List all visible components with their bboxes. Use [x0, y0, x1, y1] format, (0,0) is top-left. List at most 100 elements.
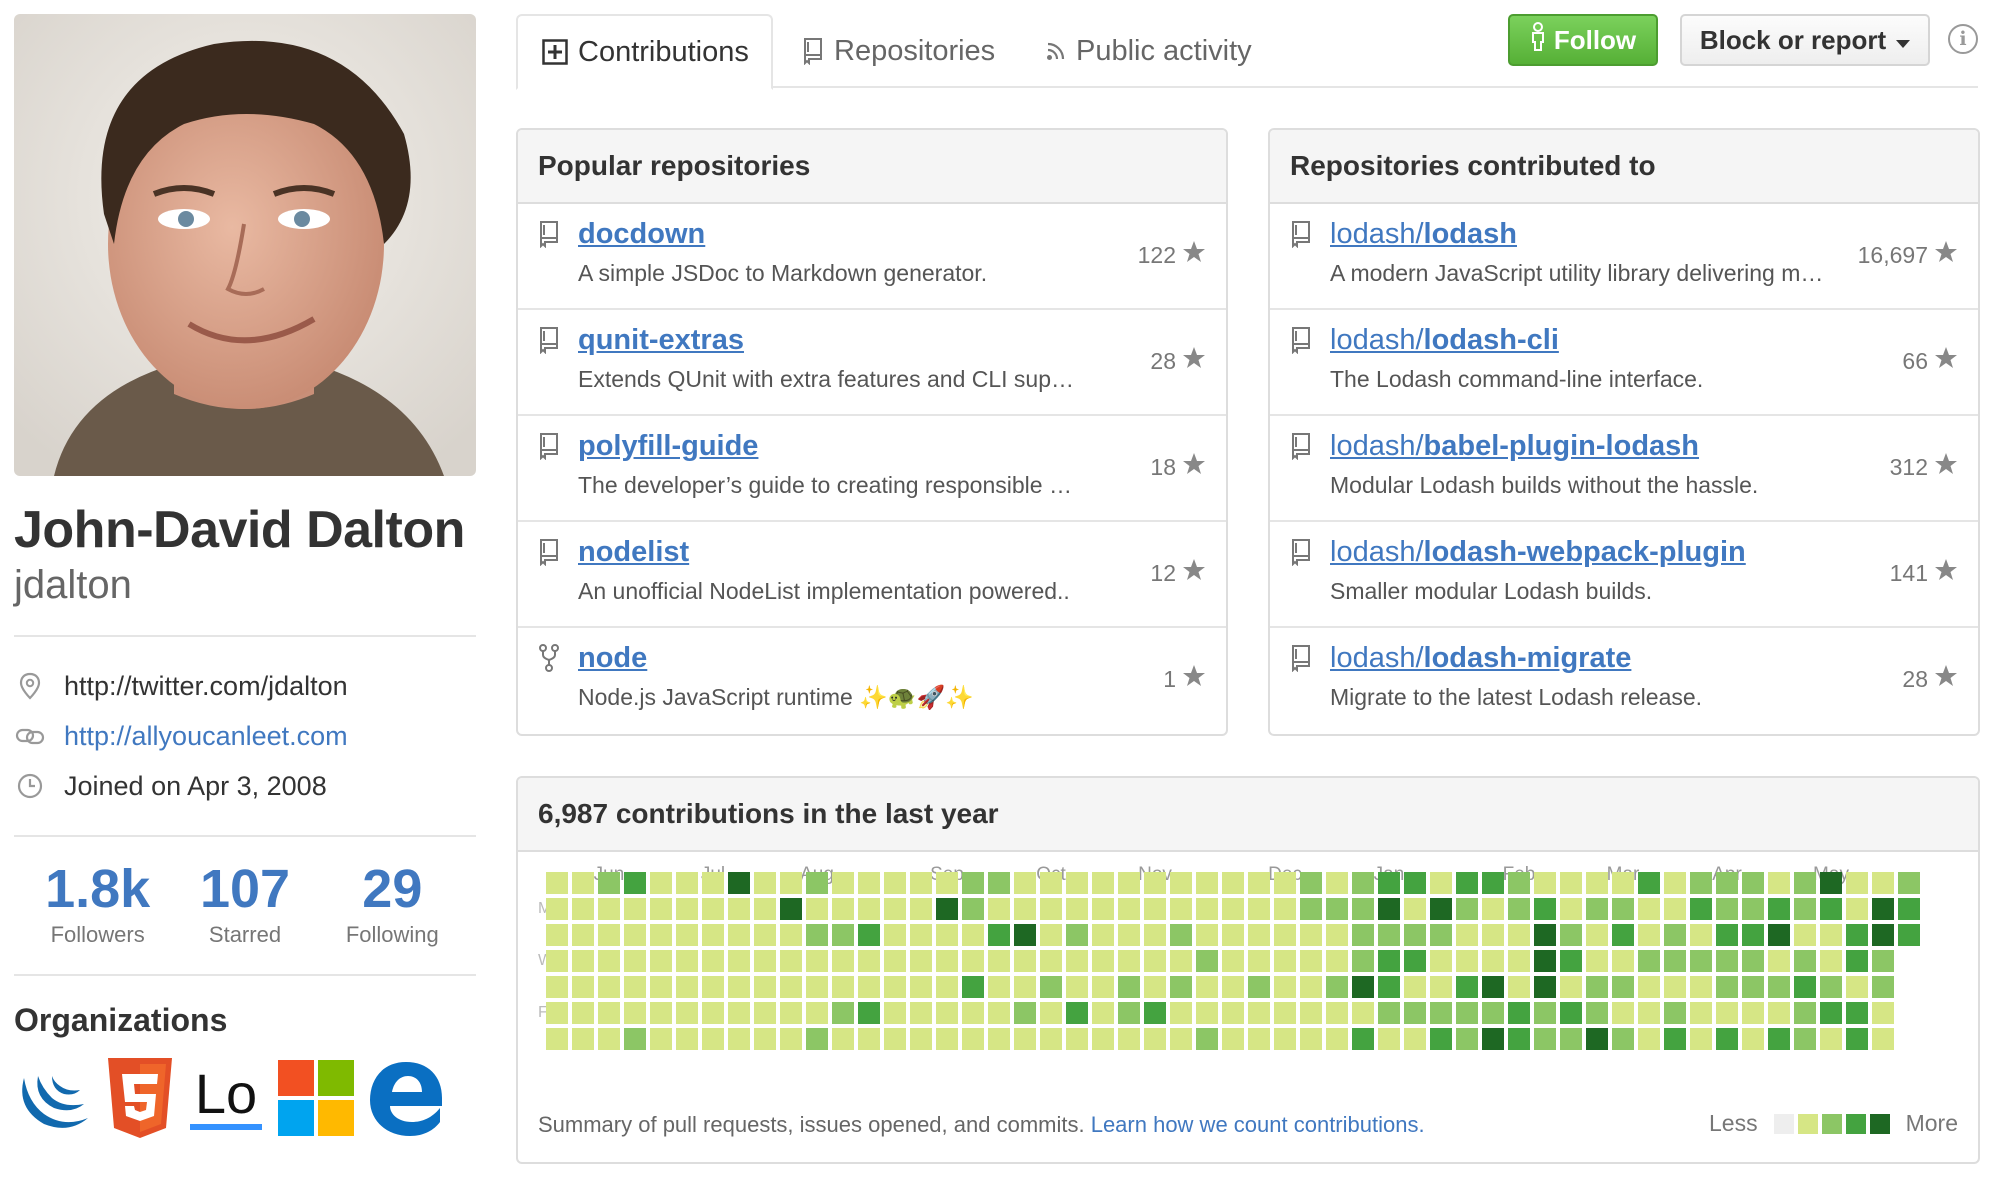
contribution-day[interactable] [754, 950, 776, 972]
contribution-day[interactable] [1742, 872, 1764, 894]
contribution-day[interactable] [1274, 1028, 1296, 1050]
contribution-day[interactable] [1534, 898, 1556, 920]
contribution-day[interactable] [1014, 872, 1036, 894]
contribution-day[interactable] [624, 1002, 646, 1024]
contribution-day[interactable] [1794, 872, 1816, 894]
contribution-day[interactable] [1508, 872, 1530, 894]
contribution-day[interactable] [1768, 898, 1790, 920]
contribution-day[interactable] [1378, 924, 1400, 946]
contribution-day[interactable] [1352, 1002, 1374, 1024]
contribution-day[interactable] [884, 898, 906, 920]
contribution-day[interactable] [1846, 1002, 1868, 1024]
contribution-day[interactable] [1066, 976, 1088, 998]
contribution-day[interactable] [1716, 898, 1738, 920]
contribution-day[interactable] [1742, 1002, 1764, 1024]
contribution-day[interactable] [1430, 1002, 1452, 1024]
contribution-day[interactable] [1846, 1028, 1868, 1050]
contribution-day[interactable] [1508, 1002, 1530, 1024]
contribution-day[interactable] [1274, 1002, 1296, 1024]
contribution-day[interactable] [624, 1028, 646, 1050]
contribution-day[interactable] [1300, 1002, 1322, 1024]
repo-stars[interactable]: 122 [1138, 240, 1206, 270]
contribution-day[interactable] [702, 950, 724, 972]
contribution-day[interactable] [1872, 1028, 1894, 1050]
contribution-day[interactable] [1794, 950, 1816, 972]
contribution-day[interactable] [1690, 924, 1712, 946]
contribution-day[interactable] [1196, 950, 1218, 972]
microsoft-logo-icon[interactable] [276, 1058, 356, 1138]
contribution-day[interactable] [1690, 898, 1712, 920]
contribution-day[interactable] [1066, 872, 1088, 894]
contribution-day[interactable] [702, 976, 724, 998]
lodash-logo-icon[interactable]: Lo [186, 1058, 266, 1138]
contribution-day[interactable] [884, 950, 906, 972]
repo-stars[interactable]: 18 [1150, 452, 1206, 482]
contribution-day[interactable] [1586, 872, 1608, 894]
contribution-day[interactable] [702, 872, 724, 894]
contribution-day[interactable] [988, 976, 1010, 998]
contribution-day[interactable] [1456, 1002, 1478, 1024]
contribution-day[interactable] [806, 898, 828, 920]
info-icon[interactable]: i [1948, 24, 1978, 54]
contribution-day[interactable] [1014, 976, 1036, 998]
contribution-day[interactable] [1040, 1002, 1062, 1024]
contribution-day[interactable] [1690, 1028, 1712, 1050]
contribution-day[interactable] [806, 924, 828, 946]
contribution-day[interactable] [1066, 950, 1088, 972]
contribution-day[interactable] [988, 898, 1010, 920]
contribution-day[interactable] [1846, 898, 1868, 920]
contribution-day[interactable] [832, 950, 854, 972]
contribution-day[interactable] [1014, 898, 1036, 920]
contribution-day[interactable] [598, 976, 620, 998]
contribution-day[interactable] [910, 950, 932, 972]
contribution-day[interactable] [1456, 924, 1478, 946]
contribution-day[interactable] [1196, 924, 1218, 946]
repo-stars[interactable]: 12 [1150, 558, 1206, 588]
block-or-report-button[interactable]: Block or report [1680, 14, 1930, 66]
contribution-day[interactable] [1794, 1028, 1816, 1050]
repo-name-link[interactable]: lodash/lodash-migrate [1330, 642, 1631, 675]
contribution-day[interactable] [1118, 950, 1140, 972]
contribution-day[interactable] [1560, 950, 1582, 972]
contribution-day[interactable] [832, 1028, 854, 1050]
contribution-day[interactable] [1508, 976, 1530, 998]
contribution-day[interactable] [1378, 976, 1400, 998]
contribution-day[interactable] [1248, 1028, 1270, 1050]
contribution-day[interactable] [806, 1028, 828, 1050]
contribution-day[interactable] [598, 924, 620, 946]
contribution-day[interactable] [728, 950, 750, 972]
contribution-day[interactable] [962, 898, 984, 920]
contribution-day[interactable] [1352, 950, 1374, 972]
contribution-day[interactable] [858, 898, 880, 920]
contribution-day[interactable] [572, 872, 594, 894]
contribution-day[interactable] [1638, 1002, 1660, 1024]
contribution-day[interactable] [1040, 898, 1062, 920]
contribution-day[interactable] [858, 924, 880, 946]
contribution-day[interactable] [572, 976, 594, 998]
contribution-day[interactable] [754, 924, 776, 946]
contribution-day[interactable] [780, 976, 802, 998]
contribution-day[interactable] [1222, 950, 1244, 972]
contribution-day[interactable] [754, 872, 776, 894]
contribution-day[interactable] [1664, 898, 1686, 920]
contribution-day[interactable] [1222, 872, 1244, 894]
contribution-day[interactable] [1404, 1028, 1426, 1050]
contribution-day[interactable] [1586, 898, 1608, 920]
contribution-day[interactable] [988, 1028, 1010, 1050]
contribution-day[interactable] [1664, 924, 1686, 946]
contribution-day[interactable] [1352, 872, 1374, 894]
contribution-day[interactable] [1456, 950, 1478, 972]
contribution-day[interactable] [598, 1028, 620, 1050]
contribution-day[interactable] [1404, 976, 1426, 998]
contribution-day[interactable] [884, 1028, 906, 1050]
contribution-day[interactable] [1274, 898, 1296, 920]
contribution-day[interactable] [780, 950, 802, 972]
contribution-day[interactable] [1742, 1028, 1764, 1050]
contribution-day[interactable] [1872, 898, 1894, 920]
contribution-day[interactable] [546, 976, 568, 998]
contribution-day[interactable] [1404, 950, 1426, 972]
contribution-day[interactable] [1222, 1028, 1244, 1050]
contribution-day[interactable] [1404, 924, 1426, 946]
contribution-day[interactable] [1612, 1028, 1634, 1050]
contribution-day[interactable] [1274, 976, 1296, 998]
